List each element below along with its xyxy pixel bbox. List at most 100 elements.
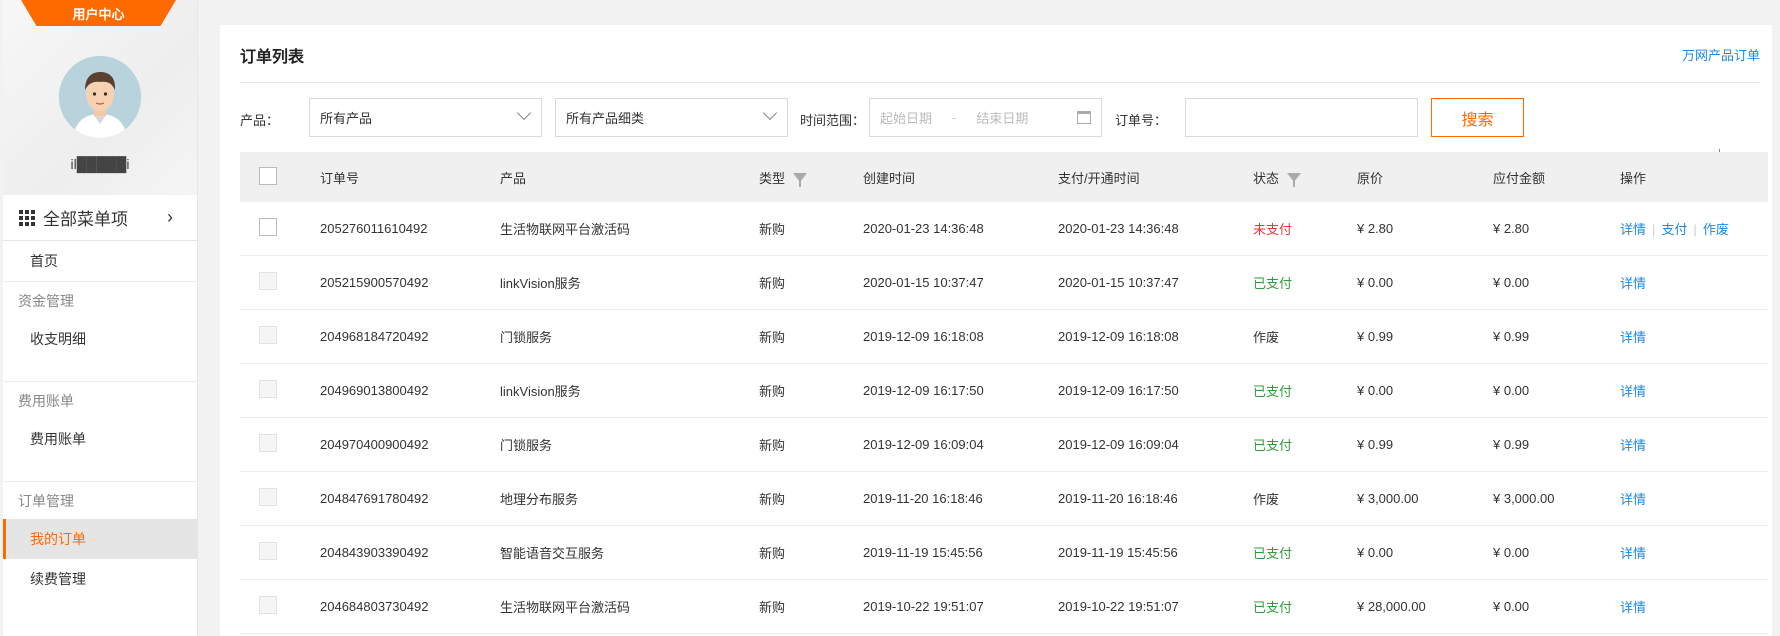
avatar[interactable] [59,56,141,138]
status-cell: 作废 [1253,492,1280,507]
type-cell: 新购 [759,438,786,453]
sidebar-group-funds: 资金管理 [3,281,197,319]
due-cell: ¥ 2.80 [1493,221,1530,236]
actions-cell: 详情 [1620,381,1768,400]
paid-cell: 2019-10-22 19:51:07 [1058,599,1179,614]
status-cell: 作废 [1253,330,1280,345]
row-checkbox[interactable] [259,218,277,236]
page-title: 订单列表 [240,49,305,66]
action-link[interactable]: 详情 [1620,276,1646,291]
product-cell: linkVision服务 [500,384,581,399]
sidebar: 用户中心 il█████i 全部菜单项 › 首页 资金管理 收支明细 费用账单 … [3,0,198,636]
status-cell: 已支付 [1253,438,1293,453]
due-cell: ¥ 0.00 [1493,599,1530,614]
order-no-cell: 204969013800492 [320,383,429,398]
paid-cell: 2020-01-15 10:37:47 [1058,275,1179,290]
action-link[interactable]: 详情 [1620,438,1646,453]
start-date-input[interactable]: 起始日期 [880,108,932,127]
price-cell: ¥ 28,000.00 [1357,599,1426,614]
action-link[interactable]: 详情 [1620,600,1646,615]
order-no-label: 订单号： [1115,113,1168,128]
all-menu-label: 全部菜单项 [43,210,128,229]
col-actions: 操作 [1620,170,1647,186]
price-cell: ¥ 0.00 [1357,275,1394,290]
sidebar-group-orders: 订单管理 [3,481,197,519]
due-cell: ¥ 0.00 [1493,275,1530,290]
type-cell: 新购 [759,330,786,345]
due-cell: ¥ 0.99 [1493,329,1530,344]
all-menu-toggle[interactable]: 全部菜单项 › [3,195,197,241]
row-select-cell [240,272,320,293]
order-no-cell: 204968184720492 [320,329,429,344]
chevron-down-icon [762,105,778,121]
product-cell: 生活物联网平台激活码 [500,600,631,615]
action-link[interactable]: 详情 [1620,222,1646,237]
chevron-right-icon: › [167,207,173,227]
wanwang-orders-link[interactable]: 万网产品订单 [1682,45,1760,64]
table-row: 204969013800492 linkVision服务 新购 2019-12-09 … [240,364,1768,418]
table-header: 订单号 产品 类型 创建时间 支付/开通时间 状态 原价 应付金额 操作 [240,152,1768,202]
status-cell: 已支付 [1253,546,1293,561]
col-order-no: 订单号 [320,170,360,186]
table-body: 205276011610492 生活物联网平台激活码 新购 2020-01-23 14… [240,202,1768,634]
order-no-cell: 205276011610492 [320,221,428,236]
action-link[interactable]: 详情 [1620,330,1646,345]
col-due: 应付金额 [1493,170,1546,186]
type-cell: 新购 [759,276,786,291]
date-range-picker[interactable]: 起始日期 - 结束日期 [869,98,1102,137]
end-date-input[interactable]: 结束日期 [976,108,1028,127]
filter-icon[interactable] [1287,172,1302,187]
actions-cell: 详情 [1620,273,1768,292]
price-cell: ¥ 3,000.00 [1357,491,1419,506]
filter-bar: 产品： 所有产品 所有产品细类 时间范围： 起始日期 - 结束日期 订单号： 搜… [240,98,1760,168]
row-checkbox [259,326,277,344]
action-link[interactable]: 作废 [1703,222,1729,237]
paid-cell: 2019-12-09 16:18:08 [1058,329,1179,344]
order-no-cell: 205215900570492 [320,275,429,290]
created-cell: 2019-12-09 16:17:50 [863,383,984,398]
product-select[interactable]: 所有产品 [309,98,542,137]
order-no-input[interactable] [1185,98,1418,137]
type-cell: 新购 [759,492,786,507]
col-price: 原价 [1357,170,1384,186]
price-cell: ¥ 0.99 [1357,329,1394,344]
sidebar-item-transactions[interactable]: 收支明细 [3,319,197,359]
col-product: 产品 [500,170,527,186]
calendar-icon[interactable] [1077,111,1091,124]
product-select-value: 所有产品 [320,111,373,126]
due-cell: ¥ 0.00 [1493,383,1530,398]
created-cell: 2019-12-09 16:09:04 [863,437,984,452]
sidebar-item-my-orders[interactable]: 我的订单 [3,519,197,559]
filter-icon[interactable] [793,172,808,187]
price-cell: ¥ 0.00 [1357,545,1394,560]
paid-cell: 2020-01-23 14:36:48 [1058,221,1179,236]
paid-cell: 2019-12-09 16:17:50 [1058,383,1179,398]
col-paid: 支付/开通时间 [1058,170,1140,186]
actions-cell: 详情 [1620,543,1768,562]
sidebar-item-renewals[interactable]: 续费管理 [3,559,197,599]
username: il█████i [70,156,130,172]
actions-cell: 详情 | 支付 | 作废 [1620,222,1729,237]
status-cell: 已支付 [1253,384,1293,399]
action-link[interactable]: 详情 [1620,384,1646,399]
paid-cell: 2019-11-20 16:18:46 [1058,491,1178,506]
action-link[interactable]: 支付 [1661,222,1687,237]
actions-cell: 详情 [1620,489,1768,508]
type-cell: 新购 [759,384,786,399]
action-link[interactable]: 详情 [1620,492,1646,507]
sidebar-item-home[interactable]: 首页 [3,241,197,281]
subcategory-select[interactable]: 所有产品细类 [555,98,788,137]
status-cell: 已支付 [1253,276,1293,291]
select-all-checkbox[interactable] [259,166,277,185]
search-button[interactable]: 搜索 [1431,98,1524,137]
row-checkbox [259,272,277,290]
divider [240,82,1760,83]
row-checkbox [259,542,277,560]
product-cell: linkVision服务 [500,276,581,291]
action-link[interactable]: 详情 [1620,546,1646,561]
row-select-cell [240,380,320,401]
sidebar-item-bills[interactable]: 费用账单 [3,419,197,459]
order-no-cell: 204970400900492 [320,437,429,452]
order-no-cell: 204847691780492 [320,491,429,506]
product-cell: 生活物联网平台激活码 [500,222,631,237]
